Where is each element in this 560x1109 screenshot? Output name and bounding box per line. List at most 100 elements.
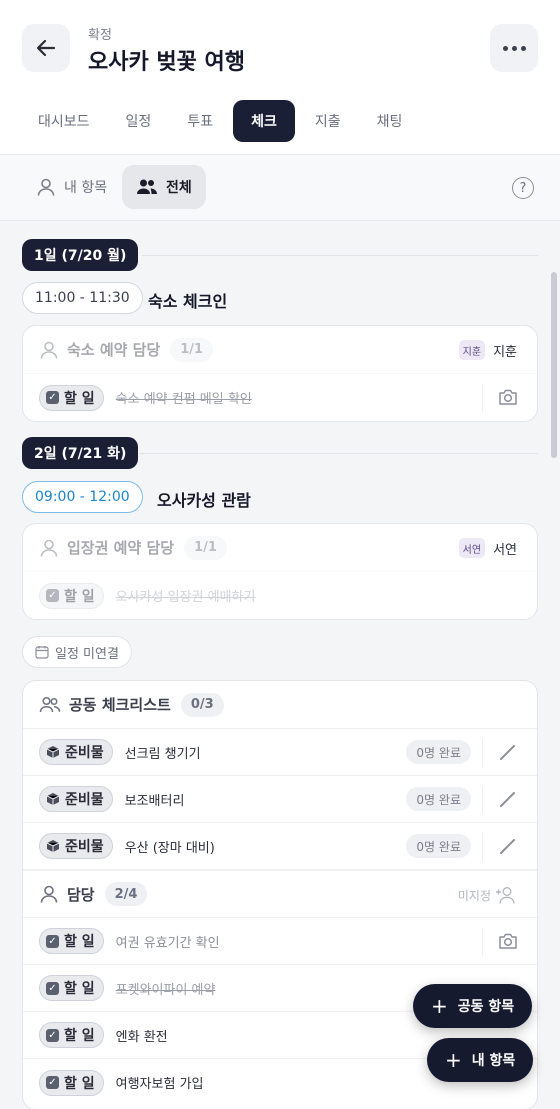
assigned-title: 담당 — [67, 885, 95, 904]
list-item[interactable]: ✓ 할 일 숙소 예약 컨펌 메일 확인 — [23, 374, 537, 421]
scrollbar[interactable] — [551, 272, 557, 458]
calendar-icon — [35, 646, 49, 659]
shared-item[interactable]: 준비물 선크림 챙기기 0명 완료 — [23, 729, 537, 776]
back-button[interactable] — [22, 24, 70, 72]
arrow-left-icon — [36, 39, 56, 57]
fab-label: 공동 항목 — [457, 999, 515, 1015]
shared-checklist-title: 공동 체크리스트 — [69, 696, 171, 714]
unassigned-label: 미지정 — [457, 888, 491, 903]
box-icon — [46, 746, 60, 758]
shared-item[interactable]: 준비물 우산 (장마 대비) 0명 완료 — [23, 823, 537, 870]
card-title: 숙소 예약 담당 — [67, 341, 161, 359]
tag-label: 할 일 — [64, 588, 95, 605]
item-text: 엔화 환전 — [115, 1029, 168, 1045]
todo-tag[interactable]: ✓ 할 일 — [39, 1069, 104, 1096]
unlinked-text: 일정 미연결 — [55, 646, 119, 662]
checkbox-checked-icon: ✓ — [46, 1076, 59, 1089]
more-dots-icon — [520, 45, 526, 51]
box-icon — [46, 840, 60, 852]
box-icon — [46, 793, 60, 805]
edit-pencil-icon[interactable] — [497, 835, 519, 857]
user-icon — [40, 885, 58, 903]
tab-chat[interactable]: 채팅 — [361, 100, 419, 142]
more-options-button[interactable] — [490, 24, 538, 72]
help-icon[interactable]: ? — [512, 177, 534, 199]
shared-checklist-header: 공동 체크리스트 0/3 — [23, 681, 537, 729]
tag-label: 할 일 — [64, 981, 95, 997]
camera-icon[interactable] — [497, 930, 519, 952]
tab-bar: 대시보드 일정 투표 체크 지출 채팅 — [22, 100, 418, 142]
assignee: 지훈 지훈 — [458, 340, 517, 360]
task-card: 숙소 예약 담당 1/1 지훈 지훈 ✓ 할 일 숙소 예약 컨펌 메일 확인 — [22, 325, 538, 422]
todo-tag[interactable]: ✓ 할 일 — [39, 1022, 104, 1048]
edit-pencil-icon[interactable] — [497, 788, 519, 810]
time-range: 11:00 - 11:30 — [22, 282, 143, 314]
more-dots-icon — [502, 45, 508, 51]
filter-mine-button[interactable]: 내 항목 — [22, 165, 121, 209]
assignee: 서연 서연 — [458, 538, 517, 558]
todo-tag[interactable]: ✓ 할 일 — [39, 928, 104, 954]
add-shared-item-button[interactable]: + 공동 항목 — [413, 984, 533, 1028]
page-title: 오사카 벚꽃 여행 — [88, 50, 245, 75]
avatar: 지훈 — [458, 340, 486, 360]
tag-label: 할 일 — [64, 1075, 95, 1092]
tab-vote[interactable]: 투표 — [171, 100, 229, 142]
item-text: 포켓와이파이 예약 — [115, 982, 216, 998]
camera-icon[interactable] — [497, 386, 519, 408]
assignee-name: 서연 — [493, 542, 517, 558]
card-title: 입장권 예약 담당 — [67, 539, 175, 557]
day-badge: 1일 (7/20 월) — [22, 239, 139, 271]
assignee-name: 지훈 — [493, 344, 517, 360]
divider — [482, 384, 483, 412]
time-range: 09:00 - 12:00 — [22, 481, 143, 513]
unassigned-button[interactable]: 미지정 — [458, 885, 517, 905]
day-divider — [140, 453, 538, 454]
user-icon — [40, 539, 58, 557]
add-my-item-button[interactable]: + 내 항목 — [427, 1038, 534, 1082]
tag-label: 준비물 — [65, 839, 104, 855]
todo-tag[interactable]: ✓ 할 일 — [39, 975, 104, 1001]
user-icon — [40, 341, 58, 359]
tag-label: 할 일 — [64, 390, 95, 407]
checkbox-checked-icon: ✓ — [46, 391, 59, 404]
filter-all-label: 전체 — [166, 180, 192, 196]
list-item[interactable]: ✓ 할 일 오사카성 입장권 예매하기 — [23, 572, 537, 619]
completion-status: 0명 완료 — [406, 834, 471, 858]
assigned-item[interactable]: ✓ 할 일 여권 유효기간 확인 — [23, 918, 537, 965]
todo-tag[interactable]: ✓ 할 일 — [39, 384, 104, 411]
tab-expense[interactable]: 지출 — [299, 100, 357, 142]
progress-count: 1/1 — [170, 337, 214, 362]
item-text: 여행자보험 가입 — [115, 1077, 204, 1092]
more-dots-icon — [511, 45, 517, 51]
day-divider — [142, 255, 538, 256]
schedule-title: 숙소 체크인 — [148, 292, 228, 311]
tab-schedule[interactable]: 일정 — [110, 100, 168, 142]
progress-count: 2/4 — [104, 882, 148, 906]
divider — [482, 928, 483, 956]
todo-tag[interactable]: ✓ 할 일 — [39, 582, 104, 609]
tag-label: 준비물 — [65, 745, 104, 761]
item-text: 우산 (장마 대비) — [124, 840, 215, 856]
item-text: 숙소 예약 컨펌 메일 확인 — [115, 392, 252, 407]
checkbox-checked-icon: ✓ — [46, 934, 59, 948]
user-icon — [37, 178, 55, 196]
shared-item[interactable]: 준비물 보조배터리 0명 완료 — [23, 776, 537, 823]
users-icon — [137, 179, 157, 194]
filter-all-button[interactable]: 전체 — [122, 165, 206, 209]
assigned-header: 담당 2/4 미지정 — [23, 870, 537, 918]
divider — [482, 786, 483, 814]
divider — [482, 739, 483, 767]
tag-label: 준비물 — [65, 792, 104, 808]
filter-mine-label: 내 항목 — [64, 180, 108, 196]
item-text: 오사카성 입장권 예매하기 — [115, 590, 256, 605]
edit-pencil-icon[interactable] — [497, 741, 519, 763]
divider — [482, 833, 483, 861]
tag-label: 할 일 — [64, 1028, 95, 1044]
tab-dashboard[interactable]: 대시보드 — [22, 100, 106, 142]
header: 확정 오사카 벚꽃 여행 대시보드 일정 투표 체크 지출 채팅 — [0, 0, 560, 155]
fab-label: 내 항목 — [471, 1053, 516, 1069]
item-text: 선크림 챙기기 — [124, 746, 201, 762]
checkbox-checked-icon: ✓ — [46, 981, 59, 995]
task-card: 입장권 예약 담당 1/1 서연 서연 ✓ 할 일 오사카성 입장권 예매하기 — [22, 523, 538, 620]
tab-check[interactable]: 체크 — [233, 100, 295, 142]
